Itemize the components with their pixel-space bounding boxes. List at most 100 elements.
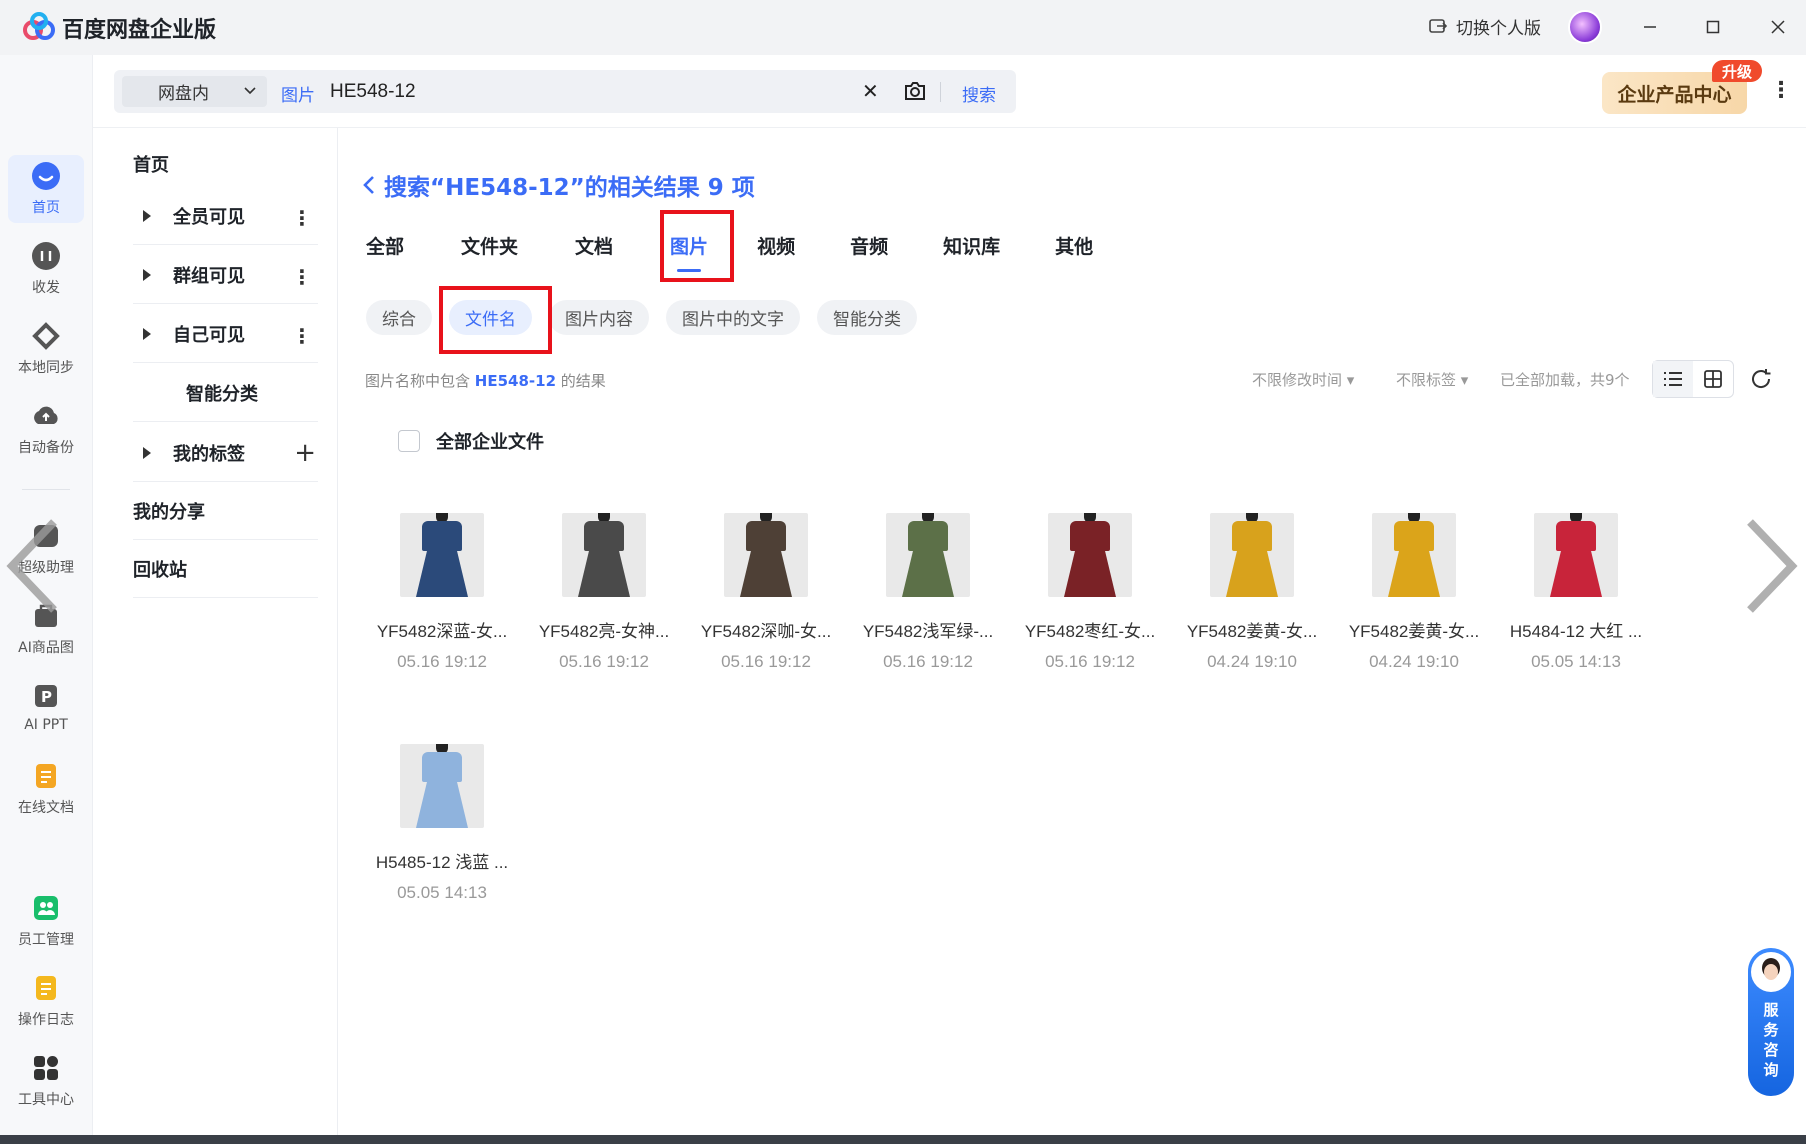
svg-text:P: P (41, 688, 52, 706)
expand-triangle-icon[interactable] (143, 446, 151, 459)
rail-item-home[interactable]: 首页 (8, 155, 84, 223)
kebab-menu-icon[interactable]: ⋮ (292, 324, 312, 348)
select-all-checkbox[interactable] (398, 430, 420, 452)
switch-personal-button[interactable]: 切换个人版 (1428, 14, 1541, 39)
list-view-button[interactable] (1653, 361, 1693, 397)
more-options-icon[interactable]: ⋮ (1770, 78, 1792, 103)
close-window-button[interactable] (1758, 10, 1798, 44)
grid-view-button[interactable] (1693, 361, 1733, 397)
expand-triangle-icon[interactable] (143, 327, 151, 340)
results-title: 搜索“HE548-12”的相关结果 9 项 (384, 175, 755, 201)
image-thumbnail[interactable] (1210, 513, 1294, 597)
tab-all[interactable]: 全部 (366, 232, 404, 259)
file-name[interactable]: YF5482亮-女神... (529, 617, 679, 642)
image-thumbnail[interactable] (886, 513, 970, 597)
tab-other[interactable]: 其他 (1055, 232, 1093, 259)
image-result-card[interactable]: YF5482浅军绿-... 05.16 19:12 (853, 513, 1003, 672)
list-view-icon (1664, 372, 1682, 386)
image-thumbnail[interactable] (562, 513, 646, 597)
image-result-card[interactable]: YF5482深蓝-女... 05.16 19:12 (367, 513, 517, 672)
modified-time-filter[interactable]: 不限修改时间 ▾ (1252, 369, 1354, 390)
tag-filter-label: 不限标签 (1396, 371, 1457, 389)
minimize-icon (1644, 26, 1656, 28)
tab-videos[interactable]: 视频 (757, 232, 795, 259)
search-button[interactable]: 搜索 (962, 81, 996, 106)
minimize-button[interactable] (1630, 10, 1670, 44)
image-thumbnail[interactable] (1534, 513, 1618, 597)
file-name[interactable]: H5484-12 大红 ... (1501, 617, 1651, 642)
next-page-arrow-icon[interactable] (1742, 516, 1802, 616)
secnav-item-smart-category[interactable]: 智能分类 (133, 364, 318, 422)
image-thumbnail[interactable] (400, 744, 484, 828)
tab-knowledge-base[interactable]: 知识库 (943, 232, 1000, 259)
image-result-card[interactable]: H5484-12 大红 ... 05.05 14:13 (1501, 513, 1651, 672)
title-bar: 百度网盘企业版 切换个人版 (0, 0, 1806, 55)
rail-item-transfer[interactable]: 收发 (8, 235, 84, 303)
secnav-item-recycle-bin[interactable]: 回收站 (133, 540, 318, 598)
add-tag-icon[interactable]: + (294, 438, 316, 468)
rail-item-log[interactable]: 操作日志 (8, 967, 84, 1035)
secnav-label: 群组可见 (173, 265, 245, 287)
file-name[interactable]: YF5482姜黄-女... (1177, 617, 1327, 642)
refresh-icon[interactable] (1748, 366, 1774, 392)
online-doc-icon (31, 761, 61, 791)
rail-item-online-doc[interactable]: 在线文档 (8, 755, 84, 823)
secnav-item-my-tags[interactable]: 我的标签 + (133, 424, 318, 482)
file-name[interactable]: YF5482深蓝-女... (367, 617, 517, 642)
expand-triangle-icon[interactable] (143, 209, 151, 222)
user-avatar[interactable] (1568, 10, 1602, 44)
image-result-card[interactable]: H5485-12 浅蓝 ... 05.05 14:13 (367, 744, 517, 903)
image-result-card[interactable]: YF5482姜黄-女... 04.24 19:10 (1339, 513, 1489, 672)
tab-folders[interactable]: 文件夹 (461, 232, 518, 259)
rail-label: 本地同步 (18, 360, 74, 376)
rail-item-backup[interactable]: 自动备份 (8, 395, 84, 463)
search-input[interactable] (330, 76, 760, 107)
tab-audio[interactable]: 音频 (850, 232, 888, 259)
upgrade-badge[interactable]: 升级 (1712, 60, 1762, 82)
thumbnail-garment-top (746, 521, 786, 551)
expand-triangle-icon[interactable] (143, 268, 151, 281)
chip-text-in-image[interactable]: 图片中的文字 (666, 300, 800, 335)
file-name[interactable]: YF5482浅军绿-... (853, 617, 1003, 642)
secnav-item-group-visible[interactable]: 群组可见 ⋮ (133, 246, 318, 304)
secnav-label: 全员可见 (173, 206, 245, 228)
rail-item-staff[interactable]: 员工管理 (8, 887, 84, 955)
tab-documents[interactable]: 文档 (575, 232, 613, 259)
image-result-card[interactable]: YF5482深咖-女... 05.16 19:12 (691, 513, 841, 672)
secnav-item-self-visible[interactable]: 自己可见 ⋮ (133, 305, 318, 363)
file-name[interactable]: YF5482姜黄-女... (1339, 617, 1489, 642)
chip-image-content[interactable]: 图片内容 (549, 300, 649, 335)
tag-filter[interactable]: 不限标签 ▾ (1396, 369, 1468, 390)
chip-smart-category[interactable]: 智能分类 (817, 300, 917, 335)
secnav-item-all-visible[interactable]: 全员可见 ⋮ (133, 187, 318, 245)
kebab-menu-icon[interactable]: ⋮ (292, 206, 312, 230)
image-thumbnail[interactable] (724, 513, 808, 597)
file-name[interactable]: YF5482枣红-女... (1015, 617, 1165, 642)
image-thumbnail[interactable] (1048, 513, 1132, 597)
image-thumbnail[interactable] (400, 513, 484, 597)
image-result-card[interactable]: YF5482枣红-女... 05.16 19:12 (1015, 513, 1165, 672)
rail-item-tools[interactable]: 工具中心 (8, 1047, 84, 1115)
image-result-card[interactable]: YF5482姜黄-女... 04.24 19:10 (1177, 513, 1327, 672)
previous-page-arrow-icon[interactable] (4, 516, 60, 616)
camera-search-icon[interactable] (903, 80, 927, 102)
clear-search-button[interactable]: ✕ (862, 79, 879, 103)
maximize-button[interactable] (1693, 10, 1733, 44)
back-to-results-link[interactable]: 搜索“HE548-12”的相关结果 9 项 (362, 168, 755, 202)
chip-comprehensive[interactable]: 综合 (366, 300, 432, 335)
search-scope-select[interactable]: 网盘内 (122, 76, 267, 107)
secnav-item-home[interactable]: 首页 (133, 135, 318, 193)
rail-item-ai-ppt[interactable]: P AI PPT (8, 675, 84, 743)
app-logo-icon (23, 12, 55, 40)
image-result-card[interactable]: YF5482亮-女神... 05.16 19:12 (529, 513, 679, 672)
file-date: 05.05 14:13 (1531, 652, 1621, 671)
image-thumbnail[interactable] (1372, 513, 1456, 597)
ai-ppt-icon: P (31, 681, 61, 711)
service-consult-label: 服务咨询 (1763, 1001, 1779, 1079)
file-name[interactable]: H5485-12 浅蓝 ... (367, 848, 517, 873)
file-name[interactable]: YF5482深咖-女... (691, 617, 841, 642)
secnav-item-my-shares[interactable]: 我的分享 (133, 482, 318, 540)
service-consult-button[interactable]: 服务咨询 (1748, 948, 1794, 1096)
kebab-menu-icon[interactable]: ⋮ (292, 265, 312, 289)
rail-item-sync[interactable]: 本地同步 (8, 315, 84, 383)
